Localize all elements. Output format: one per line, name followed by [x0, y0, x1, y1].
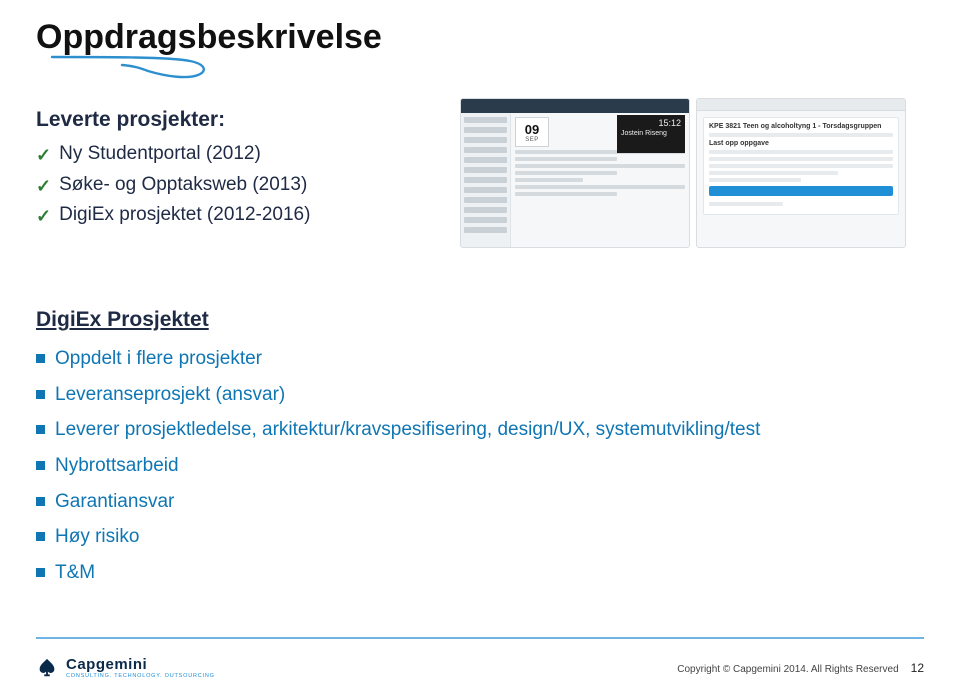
digix-item-label: T&M: [55, 560, 95, 586]
screenshot-topbar: [697, 99, 905, 111]
digix-item-label: Høy risiko: [55, 524, 139, 550]
spade-icon: [36, 657, 58, 679]
digix-item-label: Nybrottsarbeid: [55, 453, 179, 479]
clock-name: Jostein Riseng: [621, 130, 681, 137]
page-number: 12: [911, 661, 924, 675]
list-item: ✓ DigiEx prosjektet (2012-2016): [36, 203, 436, 228]
logo-name: Capgemini: [66, 657, 215, 672]
square-bullet-icon: [36, 354, 45, 363]
check-icon: ✓: [36, 144, 51, 167]
digix-item-label: Leverer prosjektledelse, arkitektur/krav…: [55, 417, 760, 443]
list-item: ✓ Ny Studentportal (2012): [36, 142, 436, 167]
copyright-text: Copyright © Capgemini 2014. All Rights R…: [677, 664, 898, 675]
delivered-item-label: DigiEx prosjektet (2012-2016): [59, 203, 310, 227]
date-month: SEP: [525, 137, 539, 143]
footer-rule: [36, 637, 924, 639]
digix-heading: DigiEx Prosjektet: [36, 308, 924, 332]
screenshot-sidebar: [461, 113, 511, 247]
screenshot-studentportal: 09 SEP 15:12 Jostein Riseng: [460, 98, 690, 248]
date-widget: 09 SEP: [515, 117, 549, 147]
slide: Oppdragsbeskrivelse Leverte prosjekter: …: [0, 0, 960, 689]
square-bullet-icon: [36, 390, 45, 399]
footer: Capgemini CONSULTING. TECHNOLOGY. OUTSOU…: [0, 637, 960, 689]
delivered-heading: Leverte prosjekter:: [36, 108, 436, 132]
digix-list: Oppdelt i flere prosjekter Leveransepros…: [36, 346, 924, 585]
panel-subheading: Last opp oppgave: [709, 140, 893, 147]
check-icon: ✓: [36, 175, 51, 198]
right-column: 09 SEP 15:12 Jostein Riseng: [460, 98, 924, 248]
square-bullet-icon: [36, 497, 45, 506]
square-bullet-icon: [36, 425, 45, 434]
square-bullet-icon: [36, 532, 45, 541]
delivered-item-label: Søke- og Opptaksweb (2013): [59, 173, 307, 197]
list-item: Leveranseprosjekt (ansvar): [36, 382, 924, 408]
list-item: Garantiansvar: [36, 489, 924, 515]
list-item: T&M: [36, 560, 924, 586]
list-item: Nybrottsarbeid: [36, 453, 924, 479]
digix-item-label: Oppdelt i flere prosjekter: [55, 346, 262, 372]
capgemini-logo: Capgemini CONSULTING. TECHNOLOGY. OUTSOU…: [36, 657, 215, 680]
square-bullet-icon: [36, 568, 45, 577]
screenshot-row: 09 SEP 15:12 Jostein Riseng: [460, 98, 924, 248]
panel-heading: KPE 3821 Teen og alcoholtyng 1 - Torsdag…: [709, 123, 893, 130]
left-column: Leverte prosjekter: ✓ Ny Studentportal (2…: [36, 98, 436, 248]
list-item: ✓ Søke- og Opptaksweb (2013): [36, 173, 436, 198]
list-item: Høy risiko: [36, 524, 924, 550]
delivered-item-label: Ny Studentportal (2012): [59, 142, 261, 166]
screenshot-bluebar: [709, 186, 893, 196]
digix-item-label: Garantiansvar: [55, 489, 174, 515]
list-item: Leverer prosjektledelse, arkitektur/krav…: [36, 417, 924, 443]
copyright-block: Copyright © Capgemini 2014. All Rights R…: [677, 661, 924, 675]
logo-tagline: CONSULTING. TECHNOLOGY. OUTSOURCING: [66, 674, 215, 680]
square-bullet-icon: [36, 461, 45, 470]
clock-time: 15:12: [621, 118, 681, 128]
digix-item-label: Leveranseprosjekt (ansvar): [55, 382, 285, 408]
content-row: Leverte prosjekter: ✓ Ny Studentportal (2…: [36, 98, 924, 248]
delivered-list: ✓ Ny Studentportal (2012) ✓ Søke- og Oppta…: [36, 142, 436, 228]
screenshot-clock-panel: 15:12 Jostein Riseng: [617, 115, 685, 153]
check-icon: ✓: [36, 205, 51, 228]
title-underline-swirl: [50, 55, 210, 85]
screenshot-topbar: [461, 99, 689, 113]
screenshot-opptaksweb: KPE 3821 Teen og alcoholtyng 1 - Torsdag…: [696, 98, 906, 248]
page-title: Oppdragsbeskrivelse: [36, 18, 924, 57]
screenshot-panel: KPE 3821 Teen og alcoholtyng 1 - Torsdag…: [703, 117, 899, 215]
date-day: 09: [525, 122, 539, 137]
list-item: Oppdelt i flere prosjekter: [36, 346, 924, 372]
